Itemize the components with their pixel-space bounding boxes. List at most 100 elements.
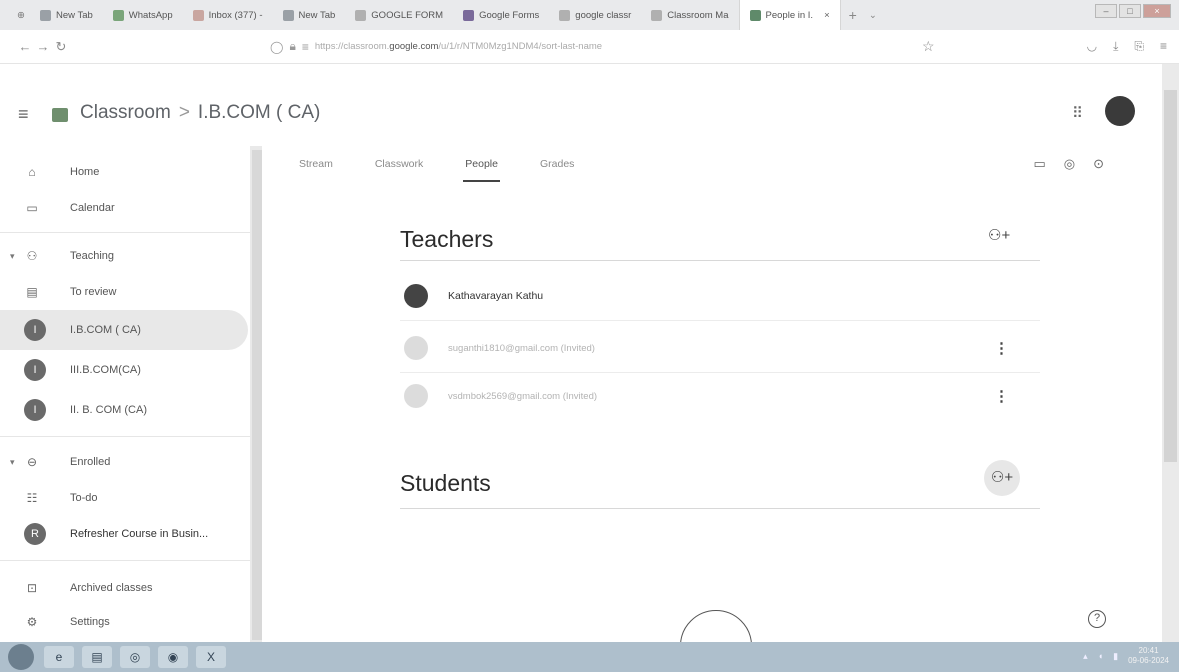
class-tabs: Stream Classwork People Grades xyxy=(297,152,576,182)
system-tray: ▴ ◖ ▮ 20:41 09-06-2024 xyxy=(1083,646,1169,666)
drive-folder-icon[interactable]: ◎ xyxy=(1064,156,1075,172)
chrome-icon[interactable]: ◉ xyxy=(158,646,188,668)
toolbar-icons: ◡ ⤓ ⎘ ≡ xyxy=(1087,39,1167,54)
sidebar-item-label: Home xyxy=(70,166,100,178)
start-button[interactable] xyxy=(8,644,34,670)
tab-grades[interactable]: Grades xyxy=(538,152,576,182)
page-scrollbar-thumb[interactable] xyxy=(1164,90,1177,462)
avatar xyxy=(404,284,428,308)
tab-people[interactable]: People xyxy=(463,152,500,182)
calendar-icon[interactable]: ▭ xyxy=(1033,156,1045,172)
browser-tab[interactable]: WhatsApp xyxy=(103,0,183,30)
caret-down-icon[interactable]: ▾ xyxy=(10,251,15,262)
sidebar-item-label: To review xyxy=(70,286,117,298)
pocket-icon[interactable]: ◡ xyxy=(1087,39,1097,54)
sidebar-item-to-review[interactable]: ▤ To review xyxy=(0,272,248,312)
sidebar-item-label: Teaching xyxy=(70,250,115,262)
browser-tab[interactable]: GOOGLE FORM xyxy=(345,0,453,30)
breadcrumb: Classroom > I.B.COM ( CA) xyxy=(80,102,320,124)
account-avatar[interactable] xyxy=(1105,96,1135,126)
minimize-icon[interactable]: – xyxy=(1095,4,1117,18)
google-favicon-icon xyxy=(559,9,571,21)
invite-teacher-icon[interactable]: ⚇+ xyxy=(988,226,1010,244)
browser-tab[interactable]: Inbox (377) - xyxy=(183,0,273,30)
back-icon[interactable]: ← xyxy=(16,39,34,54)
sidebar-item-enrolled[interactable]: ▾ ⊖ Enrolled xyxy=(0,442,248,482)
download-icon[interactable]: ⤓ xyxy=(1113,39,1118,54)
teacher-name: suganthi1810@gmail.com (Invited) xyxy=(448,342,595,354)
media-icon[interactable]: ◎ xyxy=(120,646,150,668)
tab-stream[interactable]: Stream xyxy=(297,152,335,182)
window-controls: – □ × xyxy=(1095,4,1171,18)
class-name-link[interactable]: I.B.COM ( CA) xyxy=(198,102,320,124)
tab-title: Inbox (377) - xyxy=(208,9,263,21)
browser-tab[interactable]: google classr xyxy=(549,0,641,30)
excel-icon[interactable]: X xyxy=(196,646,226,668)
browser-tab-active[interactable]: People in I. × xyxy=(738,0,841,30)
classroom-header: ≡ Classroom > I.B.COM ( CA) ⠿ xyxy=(0,64,1179,146)
sidebar-item-todo[interactable]: ☷ To-do xyxy=(0,478,248,518)
tab-favicon-icon xyxy=(40,9,51,21)
invite-student-icon[interactable]: ⚇+ xyxy=(984,460,1020,496)
browser-tab[interactable]: Google Forms xyxy=(453,0,549,30)
sidebar-item-home[interactable]: ⌂ Home xyxy=(0,152,248,192)
sidebar-item-refresher-course[interactable]: R Refresher Course in Busin... xyxy=(0,514,248,554)
tab-classwork[interactable]: Classwork xyxy=(373,152,425,182)
os-taskbar: e ▤ ◎ ◉ X ▴ ◖ ▮ 20:41 09-06-2024 xyxy=(0,642,1179,672)
bookmark-star-icon[interactable]: ☆ xyxy=(922,38,935,55)
chevron-down-icon[interactable]: ⌄ xyxy=(869,10,877,21)
maximize-icon[interactable]: □ xyxy=(1119,4,1141,18)
forward-icon[interactable]: → xyxy=(34,39,52,54)
teacher-name: vsdmbok2569@gmail.com (Invited) xyxy=(448,390,598,402)
help-icon[interactable]: ? xyxy=(1088,610,1106,628)
students-divider xyxy=(400,508,1040,509)
teachers-heading: Teachers xyxy=(400,226,494,252)
network-icon[interactable]: ▮ xyxy=(1113,651,1118,662)
app-name-link[interactable]: Classroom xyxy=(80,102,171,124)
explorer-icon[interactable]: ▤ xyxy=(82,646,112,668)
sidebar-scrollbar-thumb[interactable] xyxy=(252,150,262,640)
sidebar-item-settings[interactable]: ⚙ Settings xyxy=(0,602,248,642)
tab-menu-icon[interactable]: ⊕ xyxy=(12,10,30,21)
tray-arrow-icon[interactable]: ▴ xyxy=(1083,651,1088,662)
address-bar: ← → ↻ ◯ 🔒︎ ≡ https://classroom.google.co… xyxy=(0,30,1179,64)
browser-tab[interactable]: Classroom Ma xyxy=(641,0,738,30)
permissions-icon: ≡ xyxy=(301,39,309,54)
close-icon[interactable]: × xyxy=(824,10,830,21)
sidebar-item-class-ibcom[interactable]: I I.B.COM ( CA) xyxy=(0,310,248,350)
clock[interactable]: 20:41 09-06-2024 xyxy=(1128,646,1169,666)
sidebar-divider xyxy=(0,436,250,437)
students-heading: Students xyxy=(400,470,491,496)
sidebar-item-label: II. B. COM (CA) xyxy=(70,404,147,416)
sidebar-item-calendar[interactable]: ▭ Calendar xyxy=(0,188,248,228)
url-domain: google.com xyxy=(389,41,439,52)
more-vert-icon[interactable]: ⋮ xyxy=(994,387,1009,405)
caret-down-icon[interactable]: ▾ xyxy=(10,457,15,468)
browser-tab[interactable]: New Tab xyxy=(273,0,346,30)
classroom-logo-icon[interactable] xyxy=(52,108,68,122)
ie-icon[interactable]: e xyxy=(44,646,74,668)
reload-icon[interactable]: ↻ xyxy=(52,39,70,55)
gear-icon[interactable]: ⊙ xyxy=(1093,156,1104,172)
calendar-icon: ▭ xyxy=(26,201,38,215)
main-menu-icon[interactable]: ≡ xyxy=(18,104,29,125)
sidebar-item-label: To-do xyxy=(70,492,98,504)
extensions-icon[interactable]: ⎘ xyxy=(1134,39,1144,54)
more-vert-icon[interactable]: ⋮ xyxy=(994,339,1009,357)
sidebar-item-class-iibcom[interactable]: I II. B. COM (CA) xyxy=(0,390,248,430)
close-window-icon[interactable]: × xyxy=(1143,4,1171,18)
tab-title: WhatsApp xyxy=(128,9,173,21)
new-tab-button[interactable]: + xyxy=(849,7,857,23)
google-apps-icon[interactable]: ⠿ xyxy=(1072,104,1083,122)
forms-favicon-icon xyxy=(463,9,475,21)
sidebar-item-class-iiibcom[interactable]: I III.B.COM(CA) xyxy=(0,350,248,390)
url-field[interactable]: ◯ 🔒︎ ≡ https://classroom.google.com/u/1/… xyxy=(270,39,830,54)
volume-icon[interactable]: ◖ xyxy=(1098,651,1103,661)
sidebar-item-teaching[interactable]: ▾ ⚇ Teaching xyxy=(0,236,248,276)
gmail-favicon-icon xyxy=(192,9,204,21)
browser-tab[interactable]: New Tab xyxy=(30,0,103,30)
class-toolbar: ▭ ◎ ⊙ xyxy=(1033,156,1104,172)
clock-date: 09-06-2024 xyxy=(1128,656,1169,665)
menu-icon[interactable]: ≡ xyxy=(1160,39,1167,54)
class-avatar: I xyxy=(24,359,46,381)
